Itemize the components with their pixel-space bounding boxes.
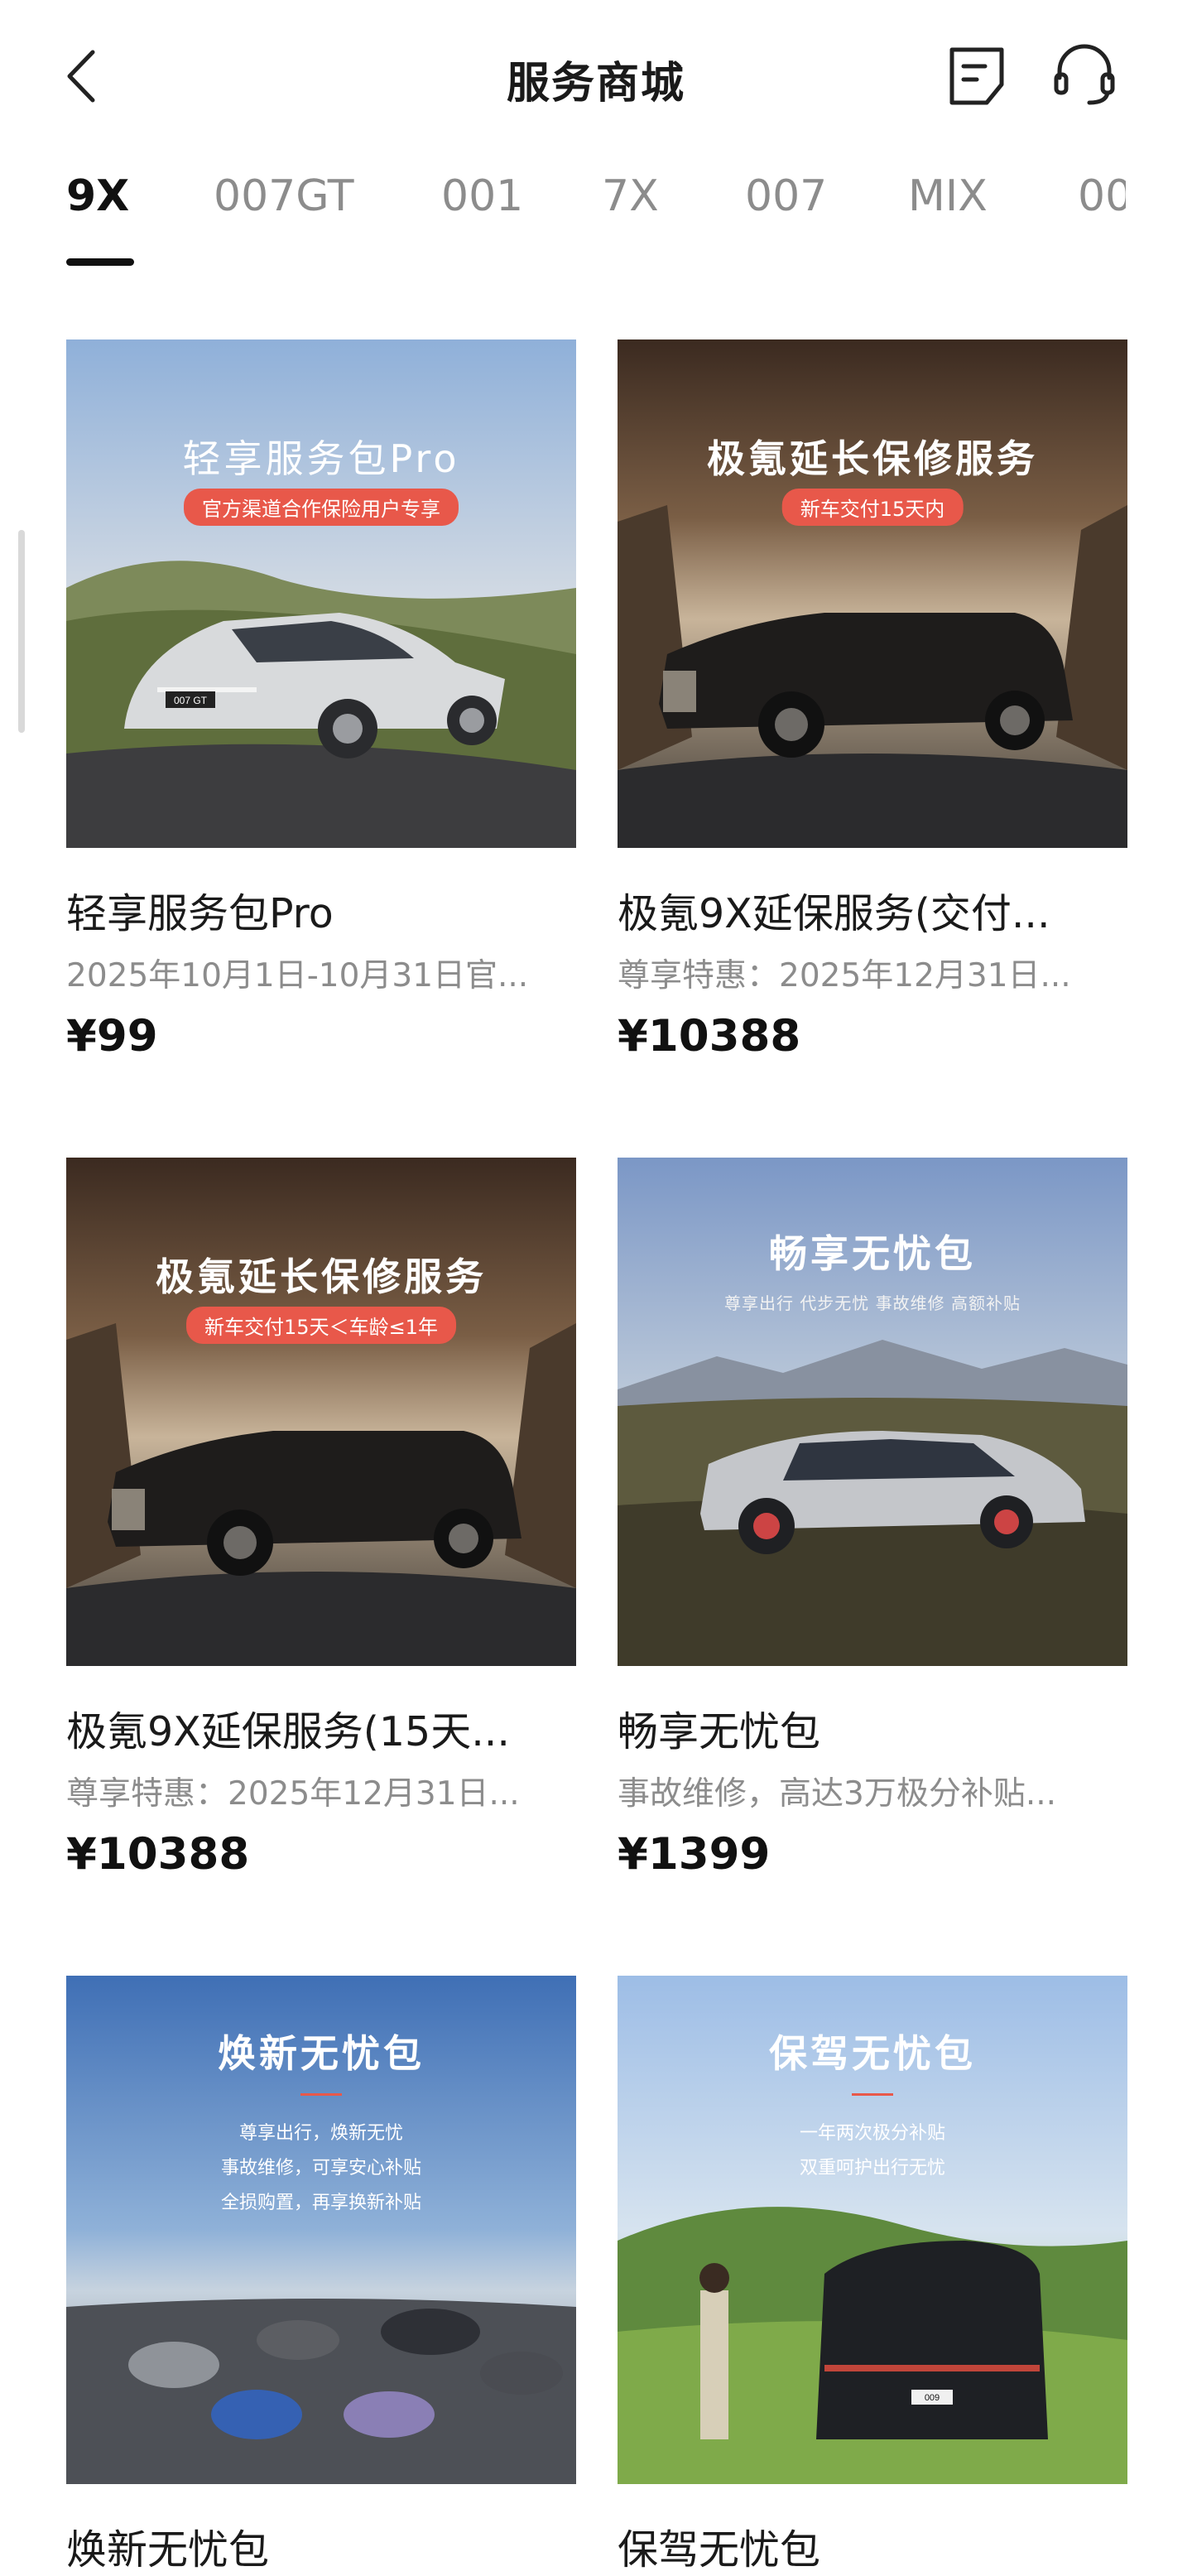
image-line: 一年两次极分补贴 [799, 2123, 945, 2144]
product-price: ¥10388 [618, 1011, 801, 1062]
image-lines: 尊享出行，焕新无忧 事故维修，可享安心补贴 全损购置，再享换新补贴 [66, 2116, 576, 2221]
image-subtitle: 尊享出行 代步无忧 事故维修 高额补贴 [723, 1293, 1021, 1313]
product-card-worry-free[interactable]: 畅享无忧包 尊享出行 代步无忧 事故维修 高额补贴 畅享无忧包 事故维修，高达3… [618, 1158, 1127, 1880]
image-line: 双重呵护出行无忧 [799, 2158, 945, 2179]
tab-00[interactable]: 00 [1078, 171, 1126, 221]
product-card-extended-warranty-1y[interactable]: 极氪延长保修服务 新车交付15天＜车龄≤1年 极氪9X延保服务(15天... 尊… [66, 1158, 576, 1880]
license-plate: 007 GT [174, 695, 208, 706]
order-list-icon[interactable] [944, 43, 1010, 109]
image-line: 尊享出行，焕新无忧 [238, 2123, 403, 2144]
product-desc: 尊享特惠：2025年12月31日... [618, 957, 1071, 994]
image-line: 事故维修，可享安心补贴 [220, 2158, 421, 2179]
tab-mix[interactable]: MIX [908, 171, 988, 221]
heading-underline [852, 2093, 893, 2096]
product-name: 轻享服务包Pro [66, 890, 334, 937]
image-heading: 焕新无忧包 [218, 2031, 425, 2076]
tab-9x[interactable]: 9X [66, 171, 129, 221]
product-image: 畅享无忧包 尊享出行 代步无忧 事故维修 高额补贴 [618, 1158, 1127, 1666]
image-heading: 极氪延长保修服务 [707, 436, 1038, 481]
image-heading: 保驾无忧包 [769, 2031, 976, 2076]
product-name: 畅享无忧包 [618, 1708, 821, 1755]
image-badge: 新车交付15天＜车龄≤1年 [186, 1307, 456, 1344]
image-line: 全损购置，再享换新补贴 [220, 2193, 421, 2213]
image-lines: 一年两次极分补贴 双重呵护出行无忧 [618, 2116, 1127, 2186]
model-tabs: 9X 007GT 001 7X 007 MIX 00 [0, 153, 1126, 277]
product-price: ¥99 [66, 1011, 158, 1062]
product-name: 极氪9X延保服务(15天... [66, 1708, 510, 1755]
product-card-guard-worry-free[interactable]: 009 保驾无忧包 一年两次极分补贴 双重呵护出行无忧 保驾无忧包 [618, 1976, 1127, 2576]
product-desc: 事故维修，高达3万极分补贴... [618, 1775, 1057, 1813]
product-price: ¥1399 [618, 1829, 771, 1880]
active-tab-indicator [66, 258, 134, 266]
product-desc: 尊享特惠：2025年12月31日... [66, 1775, 520, 1813]
product-image: 极氪延长保修服务 新车交付15天＜车龄≤1年 [66, 1158, 576, 1666]
product-desc: 2025年10月1日-10月31日官... [66, 957, 529, 994]
product-name: 极氪9X延保服务(交付... [618, 890, 1050, 937]
tab-007[interactable]: 007 [745, 171, 827, 221]
product-card-extended-warranty-15d[interactable]: 极氪延长保修服务 新车交付15天内 极氪9X延保服务(交付... 尊享特惠：20… [618, 339, 1127, 1062]
image-heading: 轻享服务包Pro [182, 436, 460, 481]
image-heading: 畅享无忧包 [769, 1231, 976, 1276]
image-badge: 新车交付15天内 [781, 489, 964, 526]
product-price: ¥10388 [66, 1829, 250, 1880]
heading-underline [300, 2093, 342, 2096]
tab-007gt[interactable]: 007GT [214, 171, 353, 221]
product-name: 焕新无忧包 [66, 2526, 270, 2574]
license-plate: 009 [925, 2393, 940, 2403]
product-image: 极氪延长保修服务 新车交付15天内 [618, 339, 1127, 848]
tab-7x[interactable]: 7X [602, 171, 659, 221]
image-badge: 官方渠道合作保险用户专享 [184, 489, 459, 526]
product-card-lite-pro[interactable]: 007 GT 轻享服务包Pro 官方渠道合作保险用户专享 轻享服务包Pro 20… [66, 339, 576, 1062]
page-title: 服务商城 [506, 59, 685, 108]
image-heading: 极氪延长保修服务 [156, 1254, 487, 1299]
top-bar: 服务商城 [0, 0, 1192, 153]
product-image: 009 保驾无忧包 一年两次极分补贴 双重呵护出行无忧 [618, 1976, 1127, 2484]
product-card-renew-worry-free[interactable]: 焕新无忧包 尊享出行，焕新无忧 事故维修，可享安心补贴 全损购置，再享换新补贴 … [66, 1976, 576, 2576]
product-image: 007 GT 轻享服务包Pro 官方渠道合作保险用户专享 [66, 339, 576, 848]
scroll-indicator[interactable] [18, 530, 25, 733]
product-name: 保驾无忧包 [618, 2526, 821, 2574]
tab-001[interactable]: 001 [441, 171, 523, 221]
product-image: 焕新无忧包 尊享出行，焕新无忧 事故维修，可享安心补贴 全损购置，再享换新补贴 [66, 1976, 576, 2484]
headset-icon[interactable] [1051, 41, 1118, 108]
